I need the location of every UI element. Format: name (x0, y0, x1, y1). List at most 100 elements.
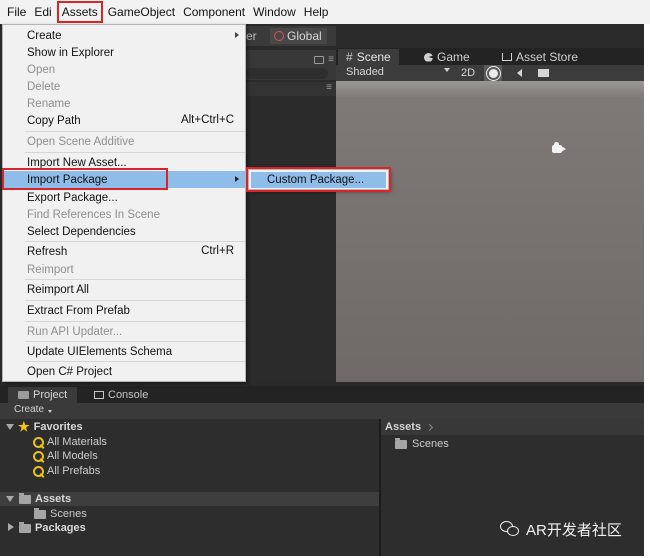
menu-item-show-in-explorer[interactable]: Show in Explorer (3, 44, 245, 61)
asset-item[interactable]: Scenes (395, 437, 449, 451)
scene-tab-bar: # Scene Game Asset Store (336, 48, 644, 65)
menu-item-copy-path[interactable]: Copy Path Alt+Ctrl+C (3, 112, 245, 129)
game-controller-icon (424, 52, 433, 62)
tree-item[interactable]: All Models (0, 449, 379, 463)
assets-dropdown-menu: Create Show in Explorer Open Delete Rena… (2, 24, 246, 382)
menu-item-reimport-all[interactable]: Reimport All (3, 281, 245, 298)
hierarchy-tab-fragment[interactable]: er (246, 29, 257, 43)
globe-icon (274, 31, 284, 41)
menu-gameobject[interactable]: GameObject (104, 0, 179, 24)
search-icon (33, 436, 44, 448)
menu-item-label: Export Package... (27, 191, 118, 204)
menu-item-label: Import New Asset... (27, 156, 127, 169)
chevron-right-icon (235, 176, 239, 182)
menu-assets[interactable]: Assets (56, 1, 103, 23)
console-icon (94, 391, 104, 399)
import-package-submenu: Custom Package... (248, 169, 389, 190)
project-toolbar: Create (0, 403, 644, 419)
menu-window[interactable]: Window (249, 0, 300, 24)
search-icon (33, 465, 44, 477)
chevron-right-icon (235, 32, 239, 38)
tree-favorites[interactable]: ★ Favorites (0, 420, 379, 434)
tree-item[interactable]: Scenes (0, 507, 379, 521)
menu-separator (25, 241, 245, 242)
shading-mode-dropdown[interactable]: Shaded (346, 66, 384, 78)
tab-console[interactable]: Console (84, 387, 158, 403)
project-tree: ★ Favorites All Materials All Models All… (0, 419, 379, 556)
chevron-down-icon (48, 410, 52, 413)
menu-item-import-package[interactable]: Import Package (3, 171, 245, 188)
tree-packages[interactable]: Packages (0, 521, 379, 535)
tab-game[interactable]: Game (416, 49, 478, 65)
menu-item-label: Rename (27, 97, 71, 110)
menu-item-open-csharp-project[interactable]: Open C# Project (3, 363, 245, 380)
sun-icon (488, 68, 498, 78)
menu-separator (25, 341, 245, 342)
panel-menu-icon[interactable]: ≡ (328, 54, 334, 65)
scene-horizon (336, 81, 644, 99)
tree-item[interactable]: All Materials (0, 435, 379, 449)
expand-arrow-icon[interactable] (8, 522, 16, 534)
tree-item-label: All Materials (47, 436, 107, 448)
hierarchy-search-input[interactable] (246, 68, 328, 79)
expand-arrow-icon[interactable] (6, 493, 14, 505)
tree-item-label: All Models (47, 450, 98, 462)
breadcrumb-assets[interactable]: Assets (385, 421, 421, 433)
menu-item-custom-package[interactable]: Custom Package... (251, 172, 386, 188)
tab-scene[interactable]: # Scene (338, 49, 399, 65)
create-dropdown[interactable]: Create (14, 404, 44, 415)
tab-project[interactable]: Project (8, 387, 78, 403)
hierarchy-subheader: ≡ (246, 82, 336, 96)
menu-file[interactable]: File (3, 0, 30, 24)
menu-item-refresh[interactable]: Refresh Ctrl+R (3, 243, 245, 260)
hierarchy-tab-bar: er Global (246, 26, 336, 46)
menu-item-label: Open C# Project (27, 365, 113, 378)
expand-arrow-icon[interactable] (6, 421, 14, 433)
menu-item-import-new-asset[interactable]: Import New Asset... (3, 154, 245, 171)
tab-game-label: Game (437, 50, 470, 64)
lighting-toggle-button[interactable] (484, 65, 502, 81)
hierarchy-panel (246, 96, 336, 382)
menu-item-rename[interactable]: Rename (3, 95, 245, 112)
menu-item-extract-from-prefab[interactable]: Extract From Prefab (3, 302, 245, 319)
scene-viewport[interactable] (336, 81, 644, 382)
watermark-text: AR开发者社区 (526, 521, 622, 539)
menu-item-label: Find References In Scene (27, 208, 160, 221)
menu-separator (25, 279, 245, 280)
menu-item-label: Update UIElements Schema (27, 345, 173, 358)
menu-item-label: Extract From Prefab (27, 304, 130, 317)
menu-item-label: Reimport All (27, 283, 89, 296)
tree-packages-label: Packages (35, 522, 86, 534)
menu-item-export-package[interactable]: Export Package... (3, 189, 245, 206)
menu-item-open-scene-additive[interactable]: Open Scene Additive (3, 133, 245, 150)
menu-item-run-api-updater[interactable]: Run API Updater... (3, 323, 245, 340)
menu-item-label: Refresh (27, 245, 68, 258)
asset-item-label: Scenes (412, 438, 449, 450)
tree-item[interactable]: All Prefabs (0, 464, 379, 478)
audio-toggle-button[interactable] (508, 65, 530, 81)
effects-toggle-button[interactable] (534, 65, 552, 81)
menu-item-delete[interactable]: Delete (3, 78, 245, 95)
menu-item-create[interactable]: Create (3, 27, 245, 44)
menu-help[interactable]: Help (300, 0, 333, 24)
menu-item-find-references[interactable]: Find References In Scene (3, 206, 245, 223)
menu-item-update-uielements-schema[interactable]: Update UIElements Schema (3, 343, 245, 360)
tree-assets[interactable]: Assets (0, 492, 379, 506)
menu-item-reimport[interactable]: Reimport (3, 261, 245, 278)
menu-item-select-dependencies[interactable]: Select Dependencies (3, 223, 245, 240)
menu-component[interactable]: Component (179, 0, 249, 24)
panel-menu-icon[interactable]: ≡ (326, 82, 332, 93)
tree-item-label: Scenes (50, 508, 87, 520)
tab-console-label: Console (108, 389, 149, 401)
camera-icon[interactable] (552, 142, 566, 153)
folder-icon (19, 521, 31, 533)
menu-edit[interactable]: Edi (30, 0, 55, 24)
menu-item-open[interactable]: Open (3, 61, 245, 78)
global-tab[interactable]: Global (270, 28, 327, 44)
watermark: AR开发者社区 (500, 519, 622, 539)
menu-item-label: Open Scene Additive (27, 135, 135, 148)
lock-icon[interactable] (314, 56, 324, 64)
tab-asset-store[interactable]: Asset Store (494, 49, 586, 65)
breadcrumb: Assets (385, 420, 434, 434)
toggle-2d-button[interactable]: 2D (458, 65, 478, 81)
